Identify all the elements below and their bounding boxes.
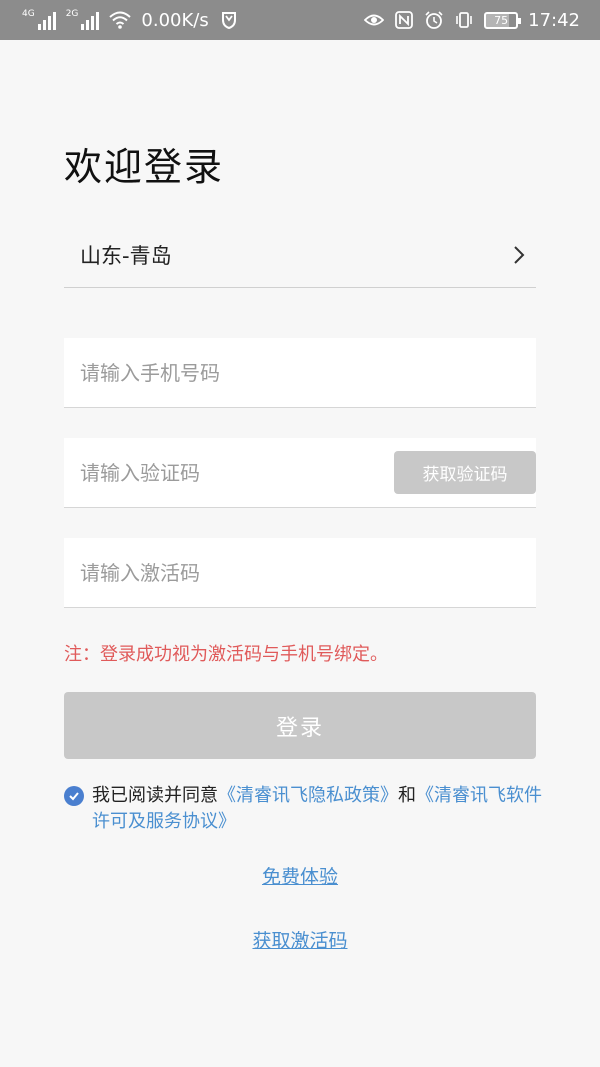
get-code-button[interactable]: 获取验证码 xyxy=(394,451,536,494)
verification-code-input[interactable] xyxy=(80,460,394,485)
check-icon xyxy=(69,792,79,801)
get-activation-code-label: 获取激活码 xyxy=(252,930,348,952)
agreement-checkbox[interactable] xyxy=(64,786,84,806)
phone-input[interactable] xyxy=(80,360,536,385)
code-field-row: 获取验证码 xyxy=(64,438,536,508)
signal-2g-icon: 2G xyxy=(66,10,100,30)
signal-4g-icon: 4G xyxy=(22,10,56,30)
binding-note: 注：登录成功视为激活码与手机号绑定。 xyxy=(64,644,388,665)
shield-icon xyxy=(221,12,236,30)
agreement-text: 我已阅读并同意《清睿讯飞隐私政策》和《清睿讯飞软件许可及服务协议》 xyxy=(92,783,544,835)
network-speed: 0.00K/s xyxy=(141,9,209,31)
agreement-prefix: 我已阅读并同意 xyxy=(92,785,218,806)
agreement-row: 我已阅读并同意《清睿讯飞隐私政策》和《清睿讯飞软件许可及服务协议》 xyxy=(64,783,544,835)
free-trial-label: 免费体验 xyxy=(261,866,338,888)
region-selector[interactable]: 山东-青岛 xyxy=(64,222,536,288)
status-left: 4G 2G 0.00K/s xyxy=(22,10,239,31)
page-title: 欢迎登录 xyxy=(64,145,225,189)
clock: 17:42 xyxy=(528,9,580,31)
network-type-label: 2G xyxy=(65,9,79,19)
get-activation-code-link[interactable]: 获取激活码 xyxy=(0,926,600,953)
chevron-right-icon xyxy=(514,245,525,264)
region-value: 山东-青岛 xyxy=(80,243,172,268)
activation-code-input[interactable] xyxy=(80,560,536,585)
activation-field-row xyxy=(64,538,536,608)
network-type-label: 4G xyxy=(22,9,35,19)
vibrate-icon xyxy=(456,12,472,28)
battery-icon: 75 xyxy=(484,11,522,29)
privacy-policy-link[interactable]: 《清睿讯飞隐私政策》 xyxy=(218,785,398,806)
battery-level: 75 xyxy=(494,13,509,27)
status-right: 75 17:42 xyxy=(364,10,580,31)
login-button[interactable]: 登录 xyxy=(64,692,536,759)
wifi-icon xyxy=(109,11,132,29)
agreement-and: 和 xyxy=(398,785,416,806)
nfc-icon xyxy=(395,11,414,29)
free-trial-link[interactable]: 免费体验 xyxy=(0,862,600,889)
phone-field-row xyxy=(64,338,536,408)
status-bar: 4G 2G 0.00K/s 75 17:42 xyxy=(0,0,600,40)
alarm-icon xyxy=(425,11,443,29)
eye-icon xyxy=(364,14,385,26)
